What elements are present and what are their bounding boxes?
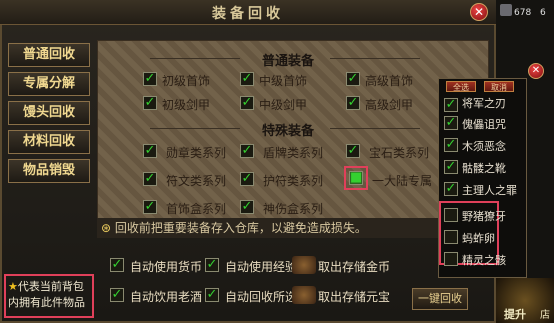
divider-left	[150, 58, 240, 59]
label-special-4: 护符类系列	[263, 174, 324, 188]
label-normal-0: 初级首饰	[162, 74, 211, 88]
popup-checkbox-5[interactable]	[444, 208, 458, 222]
popup-label-4: 主理人之罪	[462, 184, 517, 197]
silver-icon	[500, 4, 512, 16]
checkbox-auto-recycle[interactable]: ✓	[205, 288, 219, 302]
label-normal-2: 高级首饰	[365, 74, 414, 88]
gold-chest-icon[interactable]	[292, 256, 316, 274]
label-normal-1: 中级首饰	[259, 74, 308, 88]
upgrade-label: 提升	[504, 308, 526, 321]
checkbox-normal-4[interactable]: ✓	[240, 96, 254, 110]
checkbox-auto-wine[interactable]: ✓	[110, 288, 124, 302]
warning-icon: ⊛	[101, 221, 112, 235]
warning-text: 回收前把重要装备存入仓库，以避免造成损失。	[114, 221, 367, 235]
label-special-7: 神伤盒系列	[263, 202, 324, 216]
ingot-chest-icon[interactable]	[292, 286, 316, 304]
label-withdraw-gold: 取出存储金币	[318, 260, 391, 274]
label-auto-exp: 自动使用经验	[225, 260, 298, 274]
checkbox-special-6[interactable]: ✓	[143, 200, 157, 214]
label-auto-currency: 自动使用货币	[130, 260, 203, 274]
sidebar-item-normal-recycle[interactable]: 普通回收	[8, 43, 90, 67]
checkbox-normal-5[interactable]: ✓	[346, 96, 360, 110]
popup-label-2: 木须恶念	[462, 140, 506, 153]
label-normal-3: 初级剑甲	[162, 98, 211, 112]
select-all-button[interactable]: 全选	[446, 81, 476, 92]
legend-text: 代表当前背包内拥有此件物品	[8, 280, 85, 309]
divider-left-2	[150, 128, 240, 129]
cancel-button[interactable]: 取消	[484, 81, 514, 92]
label-special-0: 勋章类系列	[166, 146, 227, 160]
sidebar-item-material-recycle[interactable]: 材料回收	[8, 130, 90, 154]
one-click-recycle-button[interactable]: 一键回收	[412, 288, 468, 310]
checkbox-auto-exp[interactable]: ✓	[205, 258, 219, 272]
popup-checkbox-6[interactable]	[444, 230, 458, 244]
checkbox-auto-currency[interactable]: ✓	[110, 258, 124, 272]
label-special-3: 符文类系列	[166, 174, 227, 188]
checkbox-special-1[interactable]: ✓	[240, 144, 254, 158]
popup-checkbox-1[interactable]: ✓	[444, 116, 458, 130]
label-special-1: 盾牌类系列	[263, 146, 324, 160]
checkbox-normal-1[interactable]: ✓	[240, 72, 254, 86]
checkbox-special-5[interactable]: ■	[349, 171, 363, 185]
count-b: 6	[540, 8, 546, 18]
divider-right-2	[330, 128, 420, 129]
label-auto-wine: 自动饮用老酒	[130, 290, 203, 304]
count-a: 678	[514, 8, 532, 18]
popup-checkbox-0[interactable]: ✓	[444, 98, 458, 112]
warning-bar: ⊛ 回收前把重要装备存入仓库，以避免造成损失。	[97, 218, 489, 238]
popup-checkbox-7[interactable]	[444, 252, 458, 266]
label-withdraw-ingot: 取出存储元宝	[318, 290, 391, 304]
popup-label-6: 蚂蚱卵	[462, 232, 495, 245]
popup-checkbox-4[interactable]: ✓	[444, 182, 458, 196]
label-special-6: 首饰盒系列	[166, 202, 227, 216]
checkbox-special-7[interactable]: ✓	[240, 200, 254, 214]
label-special-2: 宝石类系列	[369, 146, 430, 160]
special-section-title: 特殊装备	[262, 124, 315, 139]
checkbox-special-4[interactable]: ✓	[240, 172, 254, 186]
sidebar-item-mantou-recycle[interactable]: 馒头回收	[8, 101, 90, 125]
sidebar-item-exclusive-decompose[interactable]: 专属分解	[8, 72, 90, 96]
sidebar-item-item-destroy[interactable]: 物品销毁	[8, 159, 90, 183]
window-title: 装备回收	[212, 6, 284, 22]
popup-label-7: 精灵之骸	[462, 254, 506, 267]
shop-label: 店	[540, 310, 550, 321]
checkbox-special-3[interactable]: ✓	[143, 172, 157, 186]
divider-right	[330, 58, 420, 59]
checkbox-normal-0[interactable]: ✓	[143, 72, 157, 86]
label-normal-4: 中级剑甲	[259, 98, 308, 112]
popup-label-1: 傀儡诅咒	[462, 118, 506, 131]
label-special-5: 一大陆专属	[372, 174, 433, 188]
checkbox-special-0[interactable]: ✓	[143, 144, 157, 158]
legend-note: ★代表当前背包内拥有此件物品	[8, 279, 92, 311]
label-auto-recycle: 自动回收所选	[225, 290, 298, 304]
star-icon: ★	[8, 280, 18, 293]
popup-checkbox-3[interactable]: ✓	[444, 160, 458, 174]
popup-label-3: 骷髅之靴	[462, 162, 506, 175]
checkbox-special-2[interactable]: ✓	[346, 144, 360, 158]
checkbox-normal-2[interactable]: ✓	[346, 72, 360, 86]
popup-checkbox-2[interactable]: ✓	[444, 138, 458, 152]
popup-label-5: 野猪獠牙	[462, 210, 506, 223]
checkbox-normal-3[interactable]: ✓	[143, 96, 157, 110]
popup-label-0: 将军之刃	[462, 97, 506, 110]
popup-close-button[interactable]: ✕	[528, 63, 544, 79]
normal-section-title: 普通装备	[262, 54, 315, 69]
close-button[interactable]: ✕	[470, 3, 488, 21]
label-normal-5: 高级剑甲	[365, 98, 414, 112]
